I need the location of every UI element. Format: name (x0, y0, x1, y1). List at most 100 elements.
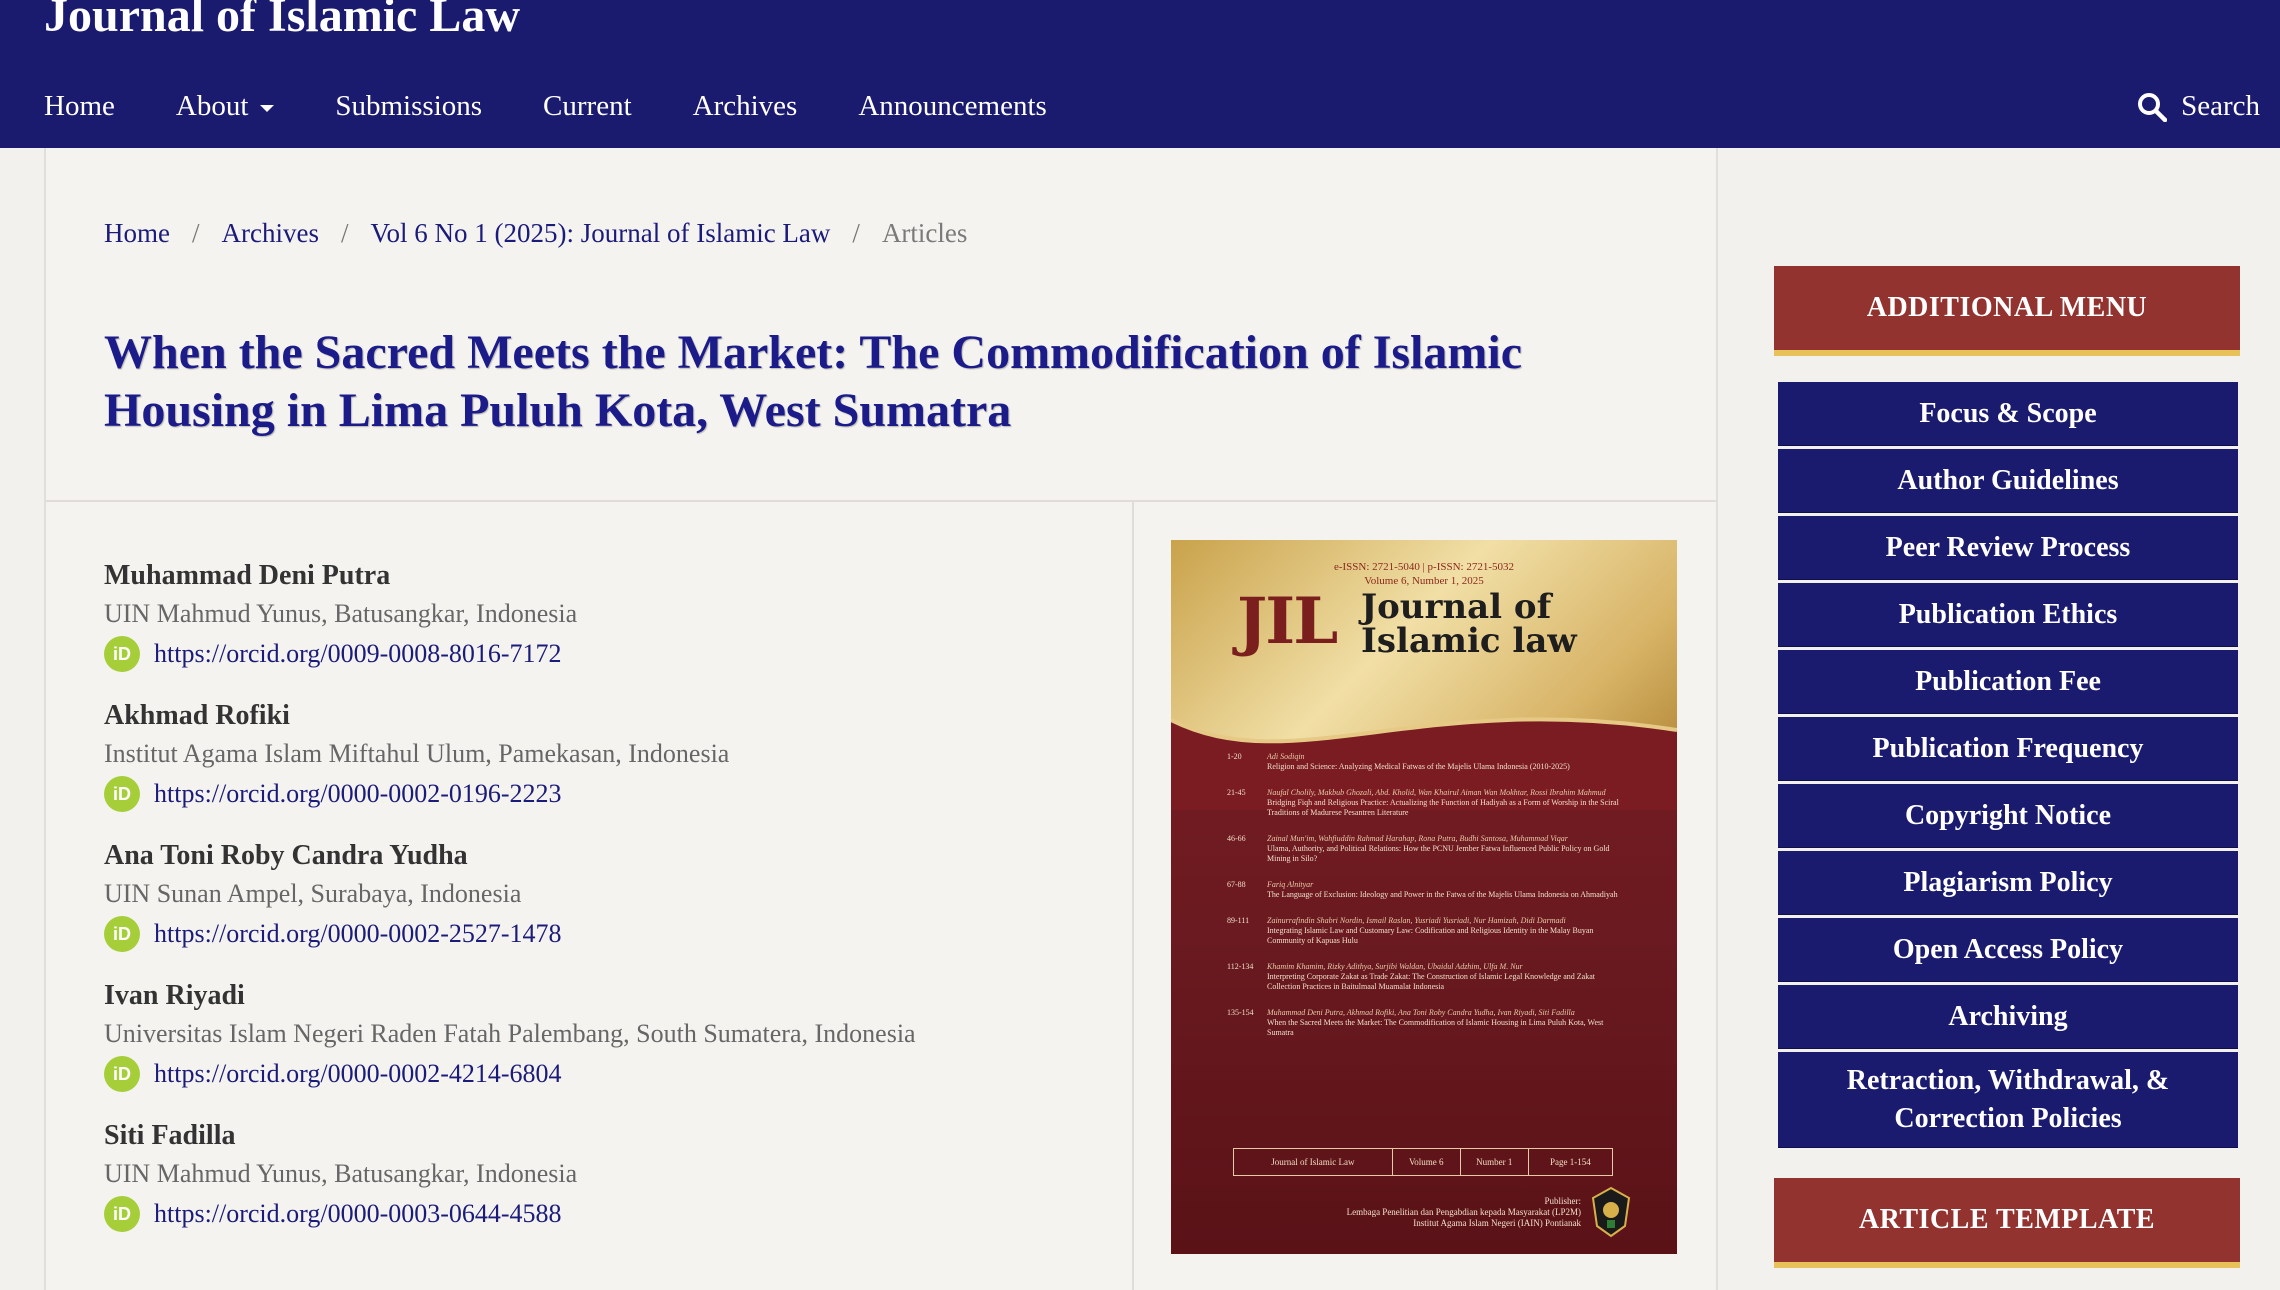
cover-journal-name-line2: Islamic law (1361, 621, 1577, 661)
cover-publisher-line2: Institut Agama Islam Negeri (IAIN) Ponti… (1413, 1218, 1581, 1228)
additional-menu-heading: ADDITIONAL MENU (1774, 266, 2240, 356)
menu-peer-review-process[interactable]: Peer Review Process (1778, 516, 2238, 580)
toc-authors: Naufal Cholily, Makbub Ghozali, Abd. Kho… (1267, 788, 1606, 797)
breadcrumb-separator: / (340, 218, 349, 248)
menu-publication-ethics[interactable]: Publication Ethics (1778, 583, 2238, 647)
orcid-icon: iD (104, 636, 140, 672)
cover-box-pages: Page 1-154 (1550, 1157, 1591, 1167)
orcid-icon: iD (104, 1056, 140, 1092)
breadcrumb-separator: / (191, 218, 200, 248)
main-nav: Home About Submissions Current Archives … (44, 90, 1108, 123)
toc-authors: Fariq Alnityar (1267, 880, 1314, 889)
author-name: Ivan Riyadi (104, 980, 245, 1011)
menu-copyright-notice[interactable]: Copyright Notice (1778, 784, 2238, 848)
toc-authors: Zainal Mun'im, Wahfiuddin Rahmad Harahap… (1267, 834, 1568, 843)
toc-title: Religion and Science: Analyzing Medical … (1267, 762, 1570, 771)
article-title: When the Sacred Meets the Market: The Co… (104, 326, 1523, 437)
nav-about-label: About (175, 90, 249, 122)
journal-cover-image[interactable]: e-ISSN: 2721-5040 | p-ISSN: 2721-5032 Vo… (1171, 540, 1677, 1254)
cover-journal-name: Journal of Islamic law (1361, 590, 1577, 658)
nav-about[interactable]: About (176, 90, 275, 123)
toc-row: 1-20 Adi Sodiqin Religion and Science: A… (1227, 752, 1627, 772)
toc-pages: 89-111 (1227, 916, 1250, 925)
menu-focus-scope[interactable]: Focus & Scope (1778, 382, 2238, 446)
menu-retraction-policies[interactable]: Retraction, Withdrawal, & Correction Pol… (1778, 1052, 2238, 1148)
orcid-row: iD https://orcid.org/0000-0002-2527-1478 (104, 914, 1114, 954)
breadcrumb-archives[interactable]: Archives (222, 218, 319, 249)
orcid-link[interactable]: https://orcid.org/0000-0002-0196-2223 (154, 774, 562, 814)
author-list: Muhammad Deni Putra UIN Mahmud Yunus, Ba… (104, 558, 1114, 1258)
caret-down-icon (260, 105, 275, 112)
toc-title: Ulama, Authority, and Political Relation… (1267, 844, 1610, 863)
toc-entry: Khamim Khamim, Rizky Adithya, Surjibi Wa… (1267, 962, 1627, 992)
additional-menu: Focus & Scope Author Guidelines Peer Rev… (1778, 382, 2238, 1148)
author-entry: Ivan Riyadi Universitas Islam Negeri Rad… (104, 978, 1114, 1118)
menu-archiving[interactable]: Archiving (1778, 985, 2238, 1049)
toc-row: 89-111 Zainurrafindin Shabri Nordin, Ism… (1227, 916, 1627, 946)
toc-pages: 135-154 (1227, 1008, 1254, 1017)
cover-journal-name-line1: Journal of (1361, 587, 1552, 627)
toc-authors: Muhammad Deni Putra, Akhmad Rofiki, Ana … (1267, 1008, 1575, 1017)
institution-emblem-icon (1591, 1186, 1631, 1238)
toc-pages: 67-88 (1227, 880, 1246, 889)
orcid-row: iD https://orcid.org/0000-0002-4214-6804 (104, 1054, 1114, 1094)
menu-publication-fee[interactable]: Publication Fee (1778, 650, 2238, 714)
orcid-link[interactable]: https://orcid.org/0009-0008-8016-7172 (154, 634, 562, 674)
author-affiliation: UIN Sunan Ampel, Surabaya, Indonesia (104, 879, 522, 908)
nav-current[interactable]: Current (543, 90, 632, 123)
toc-entry: Muhammad Deni Putra, Akhmad Rofiki, Ana … (1267, 1008, 1627, 1038)
toc-pages: 46-66 (1227, 834, 1246, 843)
site-header: Journal of Islamic Law Home About Submis… (0, 0, 2280, 148)
author-affiliation: UIN Mahmud Yunus, Batusangkar, Indonesia (104, 599, 578, 628)
menu-open-access-policy[interactable]: Open Access Policy (1778, 918, 2238, 982)
toc-entry: Fariq Alnityar The Language of Exclusion… (1267, 880, 1618, 900)
orcid-link[interactable]: https://orcid.org/0000-0002-4214-6804 (154, 1054, 562, 1094)
nav-announcements[interactable]: Announcements (858, 90, 1046, 123)
cover-issn-line: e-ISSN: 2721-5040 | p-ISSN: 2721-5032 (1333, 561, 1515, 573)
toc-pages: 1-20 (1227, 752, 1242, 761)
toc-pages: 21-45 (1227, 788, 1246, 797)
toc-row: 135-154 Muhammad Deni Putra, Akhmad Rofi… (1227, 1008, 1627, 1038)
toc-entry: Zainurrafindin Shabri Nordin, Ismail Ras… (1267, 916, 1627, 946)
toc-authors: Khamim Khamim, Rizky Adithya, Surjibi Wa… (1267, 962, 1523, 971)
column-divider (1132, 502, 1134, 1290)
breadcrumb: Home / Archives / Vol 6 No 1 (2025): Jou… (104, 218, 967, 249)
toc-row: 67-88 Fariq Alnityar The Language of Exc… (1227, 880, 1627, 900)
orcid-link[interactable]: https://orcid.org/0000-0002-2527-1478 (154, 914, 562, 954)
toc-row: 112-134 Khamim Khamim, Rizky Adithya, Su… (1227, 962, 1627, 992)
orcid-icon: iD (104, 1196, 140, 1232)
section-divider (46, 500, 1716, 502)
author-entry: Muhammad Deni Putra UIN Mahmud Yunus, Ba… (104, 558, 1114, 698)
breadcrumb-issue[interactable]: Vol 6 No 1 (2025): Journal of Islamic La… (370, 218, 830, 249)
cover-publisher-line1: Lembaga Penelitian dan Pengabdian kepada… (1346, 1207, 1581, 1217)
cover-logo: JIL (1237, 584, 1338, 659)
nav-submissions[interactable]: Submissions (335, 90, 482, 123)
cover-box-number: Number 1 (1461, 1149, 1529, 1175)
author-name: Ana Toni Roby Candra Yudha (104, 840, 468, 871)
cover-table-of-contents: 1-20 Adi Sodiqin Religion and Science: A… (1227, 752, 1627, 1054)
toc-title: Bridging Fiqh and Religious Practice: Ac… (1267, 798, 1619, 817)
menu-plagiarism-policy[interactable]: Plagiarism Policy (1778, 851, 2238, 915)
nav-archives[interactable]: Archives (693, 90, 798, 123)
nav-home[interactable]: Home (44, 90, 115, 123)
author-name: Siti Fadilla (104, 1120, 236, 1151)
cover-publisher-label: Publisher: (1544, 1196, 1581, 1206)
breadcrumb-current: Articles (881, 218, 968, 248)
menu-author-guidelines[interactable]: Author Guidelines (1778, 449, 2238, 513)
search-link[interactable]: Search (2137, 90, 2260, 123)
author-entry: Ana Toni Roby Candra Yudha UIN Sunan Amp… (104, 838, 1114, 978)
article-template-heading[interactable]: ARTICLE TEMPLATE (1774, 1178, 2240, 1268)
toc-title: Integrating Islamic Law and Customary La… (1267, 926, 1594, 945)
toc-row: 21-45 Naufal Cholily, Makbub Ghozali, Ab… (1227, 788, 1627, 818)
author-entry: Akhmad Rofiki Institut Agama Islam Mifta… (104, 698, 1114, 838)
orcid-row: iD https://orcid.org/0009-0008-8016-7172 (104, 634, 1114, 674)
author-affiliation: Institut Agama Islam Miftahul Ulum, Pame… (104, 739, 730, 768)
toc-entry: Zainal Mun'im, Wahfiuddin Rahmad Harahap… (1267, 834, 1627, 864)
site-title[interactable]: Journal of Islamic Law (44, 0, 520, 43)
breadcrumb-home[interactable]: Home (104, 218, 170, 249)
breadcrumb-separator: / (852, 218, 860, 248)
author-name: Muhammad Deni Putra (104, 560, 391, 591)
menu-publication-frequency[interactable]: Publication Frequency (1778, 717, 2238, 781)
orcid-row: iD https://orcid.org/0000-0003-0644-4588 (104, 1194, 1114, 1234)
orcid-link[interactable]: https://orcid.org/0000-0003-0644-4588 (154, 1194, 562, 1234)
